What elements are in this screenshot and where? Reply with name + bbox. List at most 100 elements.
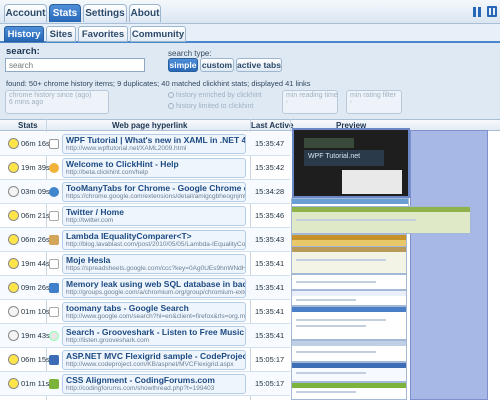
preview-thumbnail[interactable] <box>291 246 407 274</box>
last-active-time: 15:35:42 <box>255 163 285 172</box>
table-row[interactable]: 09m 26s Memory leak using web SQL databas… <box>0 276 290 300</box>
preview-thumbnail[interactable] <box>291 306 407 340</box>
reading-time: 06m 16s <box>21 139 50 148</box>
preview-thumbnail[interactable] <box>291 340 407 362</box>
preview-thumbnail[interactable] <box>291 382 407 400</box>
table-row[interactable]: 06m 21s Twitter / Home http://twitter.com 1… <box>0 204 290 228</box>
search-input[interactable] <box>5 58 145 72</box>
last-active-header[interactable]: Last Active <box>251 121 293 130</box>
sub-tab-bar: History Sites Favorites Community <box>0 24 500 43</box>
history-since-value: 6 mins ago <box>9 99 44 106</box>
last-active-time: 15:35:47 <box>255 139 285 148</box>
tab-stats[interactable]: Stats <box>49 4 81 22</box>
min-reading-label: min reading time <box>286 92 338 99</box>
tab-favorites[interactable]: Favorites <box>78 26 128 42</box>
last-active-time: 15:05:17 <box>255 379 285 388</box>
page-link[interactable]: Moje Hesla https://spreadsheets.google.co… <box>62 254 246 274</box>
reading-time-indicator-icon <box>8 330 19 341</box>
reading-time: 19m 44s <box>21 259 50 268</box>
tab-community[interactable]: Community <box>130 26 186 42</box>
table-row[interactable]: 19m 43s Search - Grooveshark - Listen to … <box>0 324 290 348</box>
page-title[interactable]: Welcome to ClickHint - Help <box>66 159 179 169</box>
table-row[interactable]: 03m 09s TooManyTabs for Chrome - Google C… <box>0 180 290 204</box>
page-url: http://blog.lavablast.com/post/2010/05/0… <box>66 241 246 248</box>
table-row[interactable]: 06m 16s WPF Tutorial | What's new in XAML… <box>0 132 290 156</box>
reading-time-indicator-icon <box>8 162 19 173</box>
page-title[interactable]: Twitter / Home <box>66 207 124 217</box>
enriched-option[interactable]: history enriched by clickhint <box>168 92 262 99</box>
reading-time-indicator-icon <box>8 258 19 269</box>
min-rating-label: min rating filter <box>350 92 396 99</box>
page-title[interactable]: WPF Tutorial | What's new in XAML in .NE… <box>66 135 245 145</box>
t-icon <box>49 211 59 221</box>
table-row[interactable]: 01m 11s CSS Alignment - CodingForums.com h… <box>0 372 290 396</box>
limited-option[interactable]: history limited to clickhint <box>168 103 253 110</box>
last-active-time: 15:34:28 <box>255 187 285 196</box>
page-title[interactable]: Memory leak using web SQL database in ba… <box>66 279 245 289</box>
min-reading-filter[interactable]: min reading time - <box>282 90 338 114</box>
table-row[interactable]: 19m 44s Moje Hesla https://spreadsheets.go… <box>0 252 290 276</box>
asp-icon <box>49 355 59 365</box>
reading-time: 19m 39s <box>21 163 50 172</box>
tab-about[interactable]: About <box>129 4 161 22</box>
reading-time-indicator-icon <box>8 234 19 245</box>
search-type-custom[interactable]: custom <box>200 58 234 72</box>
url-header[interactable]: Web page hyperlink <box>112 121 187 130</box>
page-link[interactable]: Welcome to ClickHint - Help http://beta.c… <box>62 158 246 178</box>
page-title[interactable]: ASP.NET MVC Flexigrid sample - CodeProje… <box>66 351 245 361</box>
css-icon <box>49 379 59 389</box>
history-since-filter[interactable]: chrome history since (ago) 6 mins ago <box>5 90 109 114</box>
page-title[interactable]: Search - Grooveshark - Listen to Free Mu… <box>66 327 245 337</box>
page-url: https://chrome.google.com/extensions/det… <box>66 193 246 200</box>
tab-account[interactable]: Account <box>4 4 47 22</box>
last-active-time: 15:35:41 <box>255 259 285 268</box>
g-icon <box>49 259 59 269</box>
ie-icon <box>49 139 59 149</box>
page-link[interactable]: WPF Tutorial | What's new in XAML in .NE… <box>62 134 246 154</box>
preview-thumbnail[interactable] <box>291 274 407 290</box>
pause-icon[interactable] <box>473 7 482 17</box>
found-summary: found: 50+ chrome history items; 9 dupli… <box>6 79 311 88</box>
page-link[interactable]: CSS Alignment - CodingForums.com http://c… <box>62 374 246 394</box>
enriched-label: history enriched by clickhint <box>176 92 262 99</box>
tab-sites[interactable]: Sites <box>46 26 76 42</box>
table-row[interactable]: 06m 15s ASP.NET MVC Flexigrid sample - Co… <box>0 348 290 372</box>
page-link[interactable]: ASP.NET MVC Flexigrid sample - CodeProje… <box>62 350 246 370</box>
page-title[interactable]: Lambda IEqualityComparer<T> <box>66 231 192 241</box>
min-rating-filter[interactable]: min rating filter - <box>346 90 402 114</box>
page-link[interactable]: Lambda IEqualityComparer<T> http://blog.l… <box>62 230 246 250</box>
page-link[interactable]: toomany tabs - Google Search http://www.g… <box>62 302 246 322</box>
table-row[interactable]: 06m 26s Lambda IEqualityComparer<T> http:/… <box>0 228 290 252</box>
last-active-time: 15:05:17 <box>255 355 285 364</box>
reading-time-indicator-icon <box>8 282 19 293</box>
reading-time-indicator-icon <box>8 378 19 389</box>
page-link[interactable]: Twitter / Home http://twitter.com <box>62 206 246 226</box>
last-active-time: 15:35:41 <box>255 331 285 340</box>
preview-title-text: WPF Tutorial.net <box>308 153 361 160</box>
page-link[interactable]: Memory leak using web SQL database in ba… <box>62 278 246 298</box>
tab-history[interactable]: History <box>4 26 44 42</box>
reading-time-indicator-icon <box>8 210 19 221</box>
table-row[interactable]: 01m 10s toomany tabs - Google Search http:… <box>0 300 290 324</box>
reading-time: 06m 26s <box>21 235 50 244</box>
page-title[interactable]: CSS Alignment - CodingForums.com <box>66 375 215 385</box>
search-type-active-tabs[interactable]: active tabs <box>236 58 282 72</box>
stats-header[interactable]: Stats <box>18 121 38 130</box>
page-link[interactable]: TooManyTabs for Chrome - Google Chrome e… <box>62 182 246 202</box>
preview-thumbnail[interactable] <box>291 206 471 234</box>
table-row[interactable]: 19m 39s Welcome to ClickHint - Help http:/… <box>0 156 290 180</box>
preview-thumbnail[interactable] <box>291 362 407 382</box>
page-title[interactable]: Moje Hesla <box>66 255 110 265</box>
detach-icon[interactable] <box>487 6 497 17</box>
page-title[interactable]: toomany tabs - Google Search <box>66 303 189 313</box>
preview-thumbnail-main[interactable]: WPF Tutorial.net <box>292 128 410 198</box>
page-title[interactable]: TooManyTabs for Chrome - Google Chrome e… <box>66 183 245 193</box>
tab-settings[interactable]: Settings <box>83 4 127 22</box>
last-active-time: 15:35:46 <box>255 211 285 220</box>
min-reading-value: - <box>286 99 289 106</box>
page-link[interactable]: Search - Grooveshark - Listen to Free Mu… <box>62 326 246 346</box>
search-type-simple[interactable]: simple <box>168 58 198 72</box>
radio-icon <box>168 92 174 98</box>
preview-thumbnail[interactable] <box>291 290 407 306</box>
page-url: http://beta.clickhint.com/help <box>66 169 149 176</box>
